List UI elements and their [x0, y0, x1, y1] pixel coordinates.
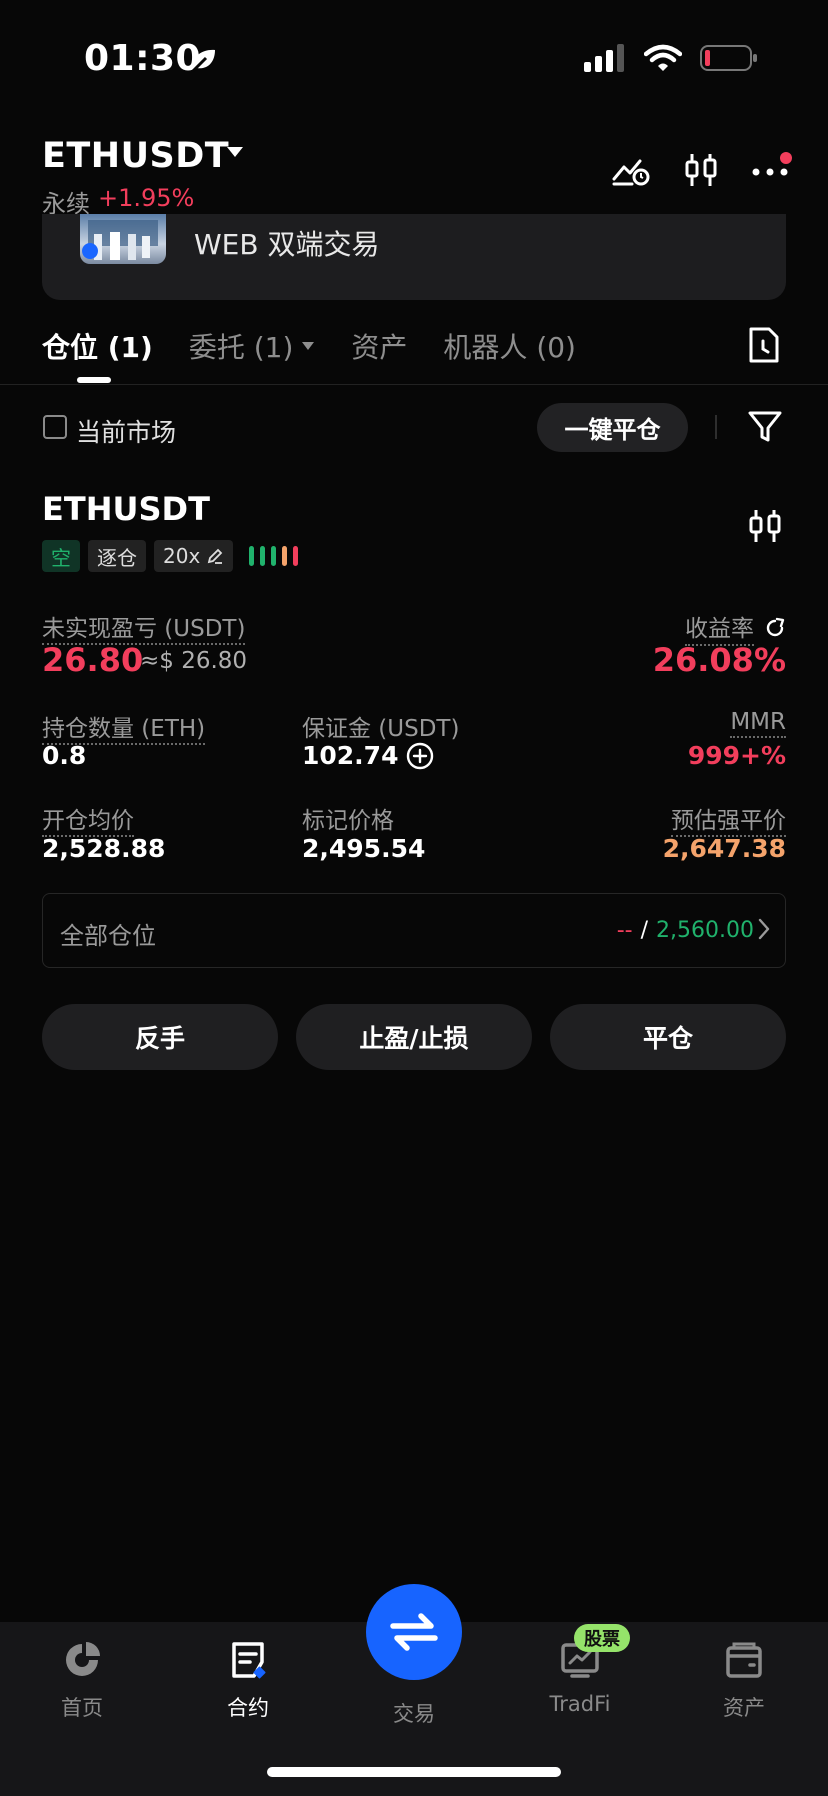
- mmr-value: 999+%: [687, 741, 786, 770]
- all-positions-sep: /: [640, 918, 649, 943]
- side-tag: 空: [42, 540, 80, 572]
- risk-bar: [271, 546, 277, 566]
- all-positions-right: 2,560.00: [656, 918, 754, 943]
- mark-price-value: 2,495.54: [302, 834, 426, 863]
- nav-home-label: 首页: [61, 1696, 103, 1720]
- margin-value: 102.74: [302, 741, 399, 770]
- trade-fab-button[interactable]: [366, 1584, 462, 1680]
- entry-price-label: 开仓均价: [42, 801, 134, 837]
- all-positions-label: 全部仓位: [60, 922, 156, 950]
- swap-icon: [390, 1613, 438, 1651]
- wifi-icon: [644, 44, 682, 71]
- nav-trade-label[interactable]: 交易: [384, 1698, 444, 1728]
- risk-bars: [249, 546, 299, 566]
- liq-price-label: 预估强平价: [671, 801, 786, 837]
- risk-bar: [293, 546, 299, 566]
- banner-text: WEB 双端交易: [194, 228, 380, 261]
- nav-assets[interactable]: 资产: [684, 1640, 804, 1722]
- leaf-icon: [191, 49, 215, 73]
- more-icon[interactable]: [752, 152, 792, 188]
- margin-label: 保证金 (USDT): [302, 716, 460, 742]
- risk-bar: [282, 546, 288, 566]
- vertical-divider: [715, 415, 717, 439]
- unrealized-pnl-label: 未实现盈亏 (USDT): [42, 609, 246, 645]
- close-all-button[interactable]: 一键平仓: [537, 403, 688, 452]
- margin-value-group: 102.74: [302, 741, 434, 770]
- position-pair[interactable]: ETHUSDT: [42, 490, 210, 528]
- leverage-value: 20x: [163, 544, 201, 568]
- caret-down-icon: [302, 342, 315, 350]
- share-refresh-icon[interactable]: [764, 617, 786, 639]
- chevron-right-icon: [758, 918, 770, 940]
- nav-assets-label: 资产: [723, 1696, 765, 1720]
- current-market-checkbox[interactable]: [43, 415, 67, 439]
- price-alert-icon[interactable]: [612, 153, 650, 187]
- mmr-label: MMR: [730, 709, 786, 738]
- nav-tradfi[interactable]: TradFi: [520, 1640, 640, 1716]
- candlestick-icon[interactable]: [748, 508, 782, 544]
- current-market-label[interactable]: 当前市场: [76, 413, 176, 449]
- qty-value: 0.8: [42, 741, 87, 770]
- nav-home[interactable]: 首页: [22, 1640, 142, 1722]
- tab-assets[interactable]: 资产: [351, 326, 407, 366]
- entry-price-value: 2,528.88: [42, 834, 166, 863]
- tp-sl-button[interactable]: 止盈/止损: [296, 1004, 532, 1070]
- tab-positions[interactable]: 仓位 (1): [42, 326, 153, 366]
- leverage-tag[interactable]: 20x: [154, 540, 234, 572]
- edit-icon: [208, 548, 223, 564]
- caret-down-icon[interactable]: [226, 146, 244, 158]
- candlestick-icon[interactable]: [684, 152, 718, 188]
- tabs-divider: [0, 384, 828, 385]
- battery-icon: [700, 45, 757, 71]
- roe-value: 26.08%: [652, 641, 786, 679]
- nav-futures-label: 合约: [227, 1696, 269, 1720]
- history-doc-icon[interactable]: [748, 326, 780, 364]
- stock-badge: 股票: [574, 1624, 630, 1652]
- all-positions-values: -- / 2,560.00: [617, 918, 754, 943]
- wallet-icon: [726, 1642, 762, 1678]
- status-icons: [584, 44, 758, 72]
- signal-icon: [584, 44, 624, 72]
- margin-mode-tag: 逐仓: [88, 540, 146, 572]
- unrealized-pnl-approx: ≈$ 26.80: [140, 648, 248, 674]
- header-actions: [612, 152, 792, 188]
- home-icon: [66, 1642, 100, 1676]
- active-tab-indicator: [77, 377, 111, 383]
- nav-futures[interactable]: 合约: [188, 1640, 308, 1722]
- banner-indicator-dot: [82, 243, 98, 259]
- futures-icon: [232, 1642, 266, 1679]
- position-tags: 空 逐仓 20x: [42, 540, 299, 572]
- unrealized-pnl-value: 26.80: [42, 641, 144, 679]
- all-positions-left: --: [616, 918, 633, 943]
- tab-orders[interactable]: 委托 (1): [189, 326, 316, 366]
- close-position-button[interactable]: 平仓: [550, 1004, 786, 1070]
- reverse-button[interactable]: 反手: [42, 1004, 278, 1070]
- qty-label: 持仓数量 (ETH): [42, 709, 206, 745]
- filter-icon[interactable]: [748, 410, 782, 444]
- mark-price-label: 标记价格: [302, 808, 394, 834]
- nav-tradfi-label: TradFi: [549, 1692, 611, 1716]
- liq-price-value: 2,647.38: [662, 834, 786, 863]
- tab-orders-label: 委托 (1): [188, 331, 294, 364]
- risk-bar: [249, 546, 255, 566]
- pair-title[interactable]: ETHUSDT: [42, 136, 229, 176]
- add-margin-icon[interactable]: [406, 742, 434, 770]
- position-tabs: 仓位 (1) 委托 (1) 资产 机器人 (0): [42, 326, 612, 366]
- status-time: 01:30: [84, 38, 202, 79]
- home-indicator: [267, 1767, 561, 1777]
- tab-bots[interactable]: 机器人 (0): [443, 326, 576, 366]
- risk-bar: [260, 546, 266, 566]
